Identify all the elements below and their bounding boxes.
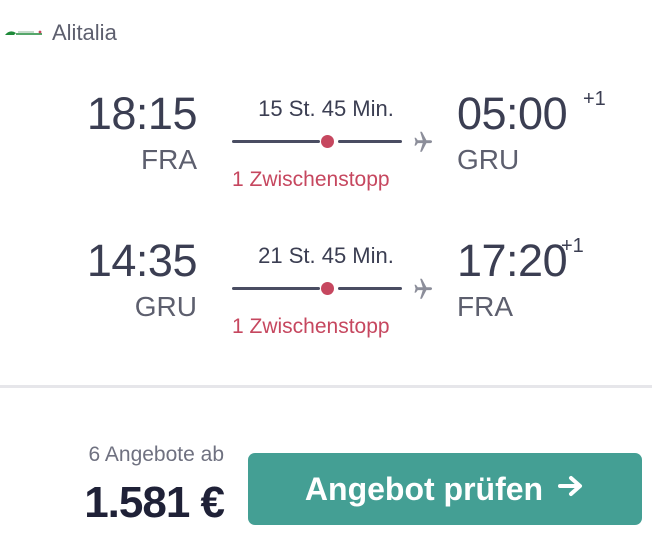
- return-leg: 14:35 GRU 21 St. 45 Min. 1 Zwischenstopp…: [0, 235, 652, 355]
- route-track: [232, 129, 442, 155]
- flight-duration: 21 St. 45 Min.: [258, 243, 394, 268]
- route-track: [232, 276, 442, 302]
- stops-label[interactable]: 1 Zwischenstopp: [232, 315, 390, 339]
- check-offer-button[interactable]: Angebot prüfen: [248, 453, 642, 525]
- route-line: [338, 140, 402, 143]
- arrival-airport: FRA: [457, 291, 513, 322]
- flight-result-card[interactable]: Alitalia 18:15 FRA 15 St. 45 Min. 1 Zwis…: [0, 0, 652, 551]
- offers-count: 6 Angebote ab: [88, 443, 224, 466]
- departure-airport: FRA: [141, 144, 197, 175]
- airline-logo-icon: [4, 28, 44, 38]
- divider: [0, 385, 652, 388]
- day-offset-badge: +1: [583, 88, 606, 110]
- day-offset-badge: +1: [561, 235, 584, 257]
- airline-name: Alitalia: [52, 20, 117, 45]
- outbound-leg: 18:15 FRA 15 St. 45 Min. 1 Zwischenstopp…: [0, 88, 652, 208]
- arrival-time: 17:20: [457, 235, 568, 286]
- arrow-right-icon: [557, 474, 585, 504]
- airline-header: Alitalia: [4, 20, 117, 46]
- check-offer-button-label: Angebot prüfen: [304, 470, 544, 507]
- arrival-airport: GRU: [457, 144, 520, 175]
- route-line: [232, 140, 320, 143]
- departure-time: 14:35: [86, 235, 198, 286]
- flight-duration: 15 St. 45 Min.: [258, 96, 394, 121]
- plane-icon: [408, 129, 434, 155]
- route-line: [338, 287, 402, 290]
- stop-dot-icon: [321, 282, 334, 295]
- stops-label[interactable]: 1 Zwischenstopp: [232, 168, 390, 192]
- departure-time: 18:15: [86, 88, 198, 139]
- route-line: [232, 287, 320, 290]
- stop-dot-icon: [321, 135, 334, 148]
- departure-airport: GRU: [134, 291, 197, 322]
- price: 1.581 €: [84, 478, 225, 527]
- plane-icon: [408, 276, 434, 302]
- arrival-time: 05:00: [457, 88, 568, 139]
